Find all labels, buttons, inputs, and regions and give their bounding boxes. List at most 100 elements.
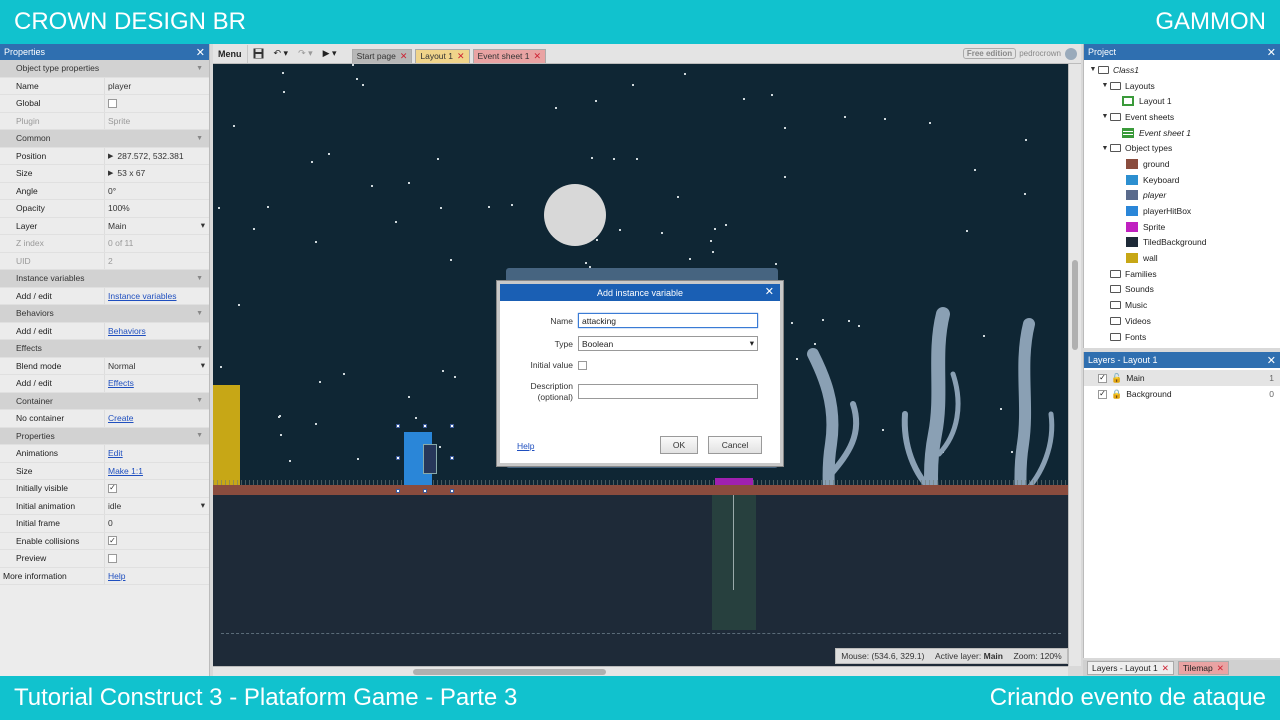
wall-sprite[interactable] <box>213 385 240 495</box>
lock-icon[interactable]: 🔓 <box>1111 373 1122 384</box>
effects-link[interactable]: Effects <box>108 378 134 388</box>
tiled-background[interactable] <box>213 495 1068 666</box>
section-object-type[interactable]: Object type properties ▼ <box>0 60 209 78</box>
prop-initial-frame[interactable]: Initial frame 0 <box>0 515 209 533</box>
close-icon[interactable]: ✕ <box>534 51 542 62</box>
resize-handle[interactable] <box>396 489 400 493</box>
layer-main[interactable]: ✓ 🔓 Main 1 <box>1084 370 1280 386</box>
undo-icon[interactable]: ↶ ▾ <box>269 45 294 63</box>
prop-value[interactable]: 0 <box>104 515 209 532</box>
username[interactable]: pedrocrown <box>1019 49 1061 58</box>
dropdown-arrow-icon[interactable]: ▾ <box>201 360 205 371</box>
section-instance-variables[interactable]: Instance variables ▼ <box>0 270 209 288</box>
instance-variables-link[interactable]: Instance variables <box>108 291 177 301</box>
section-behaviors[interactable]: Behaviors ▼ <box>0 305 209 323</box>
sprite-object[interactable] <box>715 478 753 485</box>
tree-root[interactable]: ▼ Class1 <box>1084 62 1280 78</box>
tree-layouts[interactable]: ▼ Layouts <box>1084 78 1280 94</box>
tree-object-types[interactable]: ▼ Object types <box>1084 140 1280 156</box>
play-icon[interactable]: ▶ ▾ <box>318 45 342 63</box>
prop-initial-animation[interactable]: Initial animation idle ▾ <box>0 497 209 515</box>
prop-preview[interactable]: Preview <box>0 550 209 568</box>
close-icon[interactable]: ✕ <box>765 285 774 298</box>
prop-value[interactable]: 53 x 67 <box>117 168 145 178</box>
tree-object-wall[interactable]: wall <box>1084 250 1280 266</box>
tree-object-sprite[interactable]: Sprite <box>1084 219 1280 235</box>
tree-videos[interactable]: Videos <box>1084 313 1280 329</box>
visible-checkbox[interactable]: ✓ <box>108 483 117 493</box>
make-1-1-link[interactable]: Make 1:1 <box>108 466 143 476</box>
expand-arrow-icon[interactable]: ▶ <box>108 169 113 177</box>
blend-select[interactable]: Normal <box>108 361 135 371</box>
scroll-thumb[interactable] <box>1072 260 1078 350</box>
section-properties[interactable]: Properties ▼ <box>0 427 209 445</box>
lock-icon[interactable]: 🔒 <box>1111 389 1122 400</box>
tree-fonts[interactable]: Fonts <box>1084 329 1280 345</box>
player-sprite[interactable] <box>423 444 437 474</box>
resize-handle[interactable] <box>396 456 400 460</box>
dropdown-arrow-icon[interactable]: ▾ <box>201 220 205 231</box>
type-select[interactable]: Boolean ▾ <box>578 336 758 351</box>
resize-handle[interactable] <box>450 456 454 460</box>
collapse-icon[interactable]: ▼ <box>1100 145 1110 152</box>
section-effects[interactable]: Effects ▼ <box>0 340 209 358</box>
tree-object-playerhitbox[interactable]: playerHitBox <box>1084 203 1280 219</box>
edit-animations-link[interactable]: Edit <box>108 448 123 458</box>
name-input[interactable]: attacking <box>578 313 758 328</box>
prop-enable-collisions[interactable]: Enable collisions ✓ <box>0 532 209 550</box>
vertical-scrollbar[interactable] <box>1068 64 1081 666</box>
prop-global[interactable]: Global <box>0 95 209 113</box>
layer-background[interactable]: ✓ 🔒 Background 0 <box>1084 386 1280 402</box>
dropdown-arrow-icon[interactable]: ▾ <box>201 500 205 511</box>
section-common[interactable]: Common ▼ <box>0 130 209 148</box>
tree-object-keyboard[interactable]: Keyboard <box>1084 172 1280 188</box>
collisions-checkbox[interactable]: ✓ <box>108 536 117 546</box>
resize-handle[interactable] <box>423 489 427 493</box>
user-avatar-icon[interactable] <box>1065 47 1077 60</box>
tree-event-sheet-1[interactable]: Event sheet 1 <box>1084 125 1280 141</box>
description-input[interactable] <box>578 384 758 400</box>
prop-blend-mode[interactable]: Blend mode Normal ▾ <box>0 357 209 375</box>
ok-button[interactable]: OK <box>660 436 698 454</box>
resize-handle[interactable] <box>423 424 427 428</box>
prop-value[interactable]: player <box>104 77 209 94</box>
prop-size[interactable]: Size ▶ 53 x 67 <box>0 165 209 183</box>
tree-families[interactable]: Families <box>1084 266 1280 282</box>
collapse-icon[interactable]: ▼ <box>1100 113 1110 120</box>
tree-object-player[interactable]: player <box>1084 188 1280 204</box>
collapse-icon[interactable]: ▼ <box>1100 82 1110 89</box>
save-icon[interactable] <box>248 45 269 63</box>
tab-start-page[interactable]: Start page ✕ <box>351 48 413 63</box>
ground-sprite[interactable] <box>213 485 1068 495</box>
prop-name[interactable]: Name player <box>0 77 209 95</box>
prop-position[interactable]: Position ▶ 287.572, 532.381 <box>0 147 209 165</box>
prop-initially-visible[interactable]: Initially visible ✓ <box>0 480 209 498</box>
prop-value[interactable]: 287.572, 532.381 <box>117 151 183 161</box>
resize-handle[interactable] <box>396 424 400 428</box>
tree-object-ground[interactable]: ground <box>1084 156 1280 172</box>
close-icon[interactable]: ✕ <box>400 51 408 62</box>
visible-checkbox[interactable]: ✓ <box>1098 389 1107 399</box>
close-icon[interactable]: ✕ <box>196 46 205 59</box>
layer-select[interactable]: Main <box>108 221 126 231</box>
tree-layout-1[interactable]: Layout 1 <box>1084 93 1280 109</box>
tab-tilemap[interactable]: Tilemap ✕ <box>1177 661 1229 675</box>
close-icon[interactable]: ✕ <box>1267 46 1276 59</box>
dialog-help-link[interactable]: Help <box>517 441 534 451</box>
close-icon[interactable]: ✕ <box>457 51 465 62</box>
prop-value[interactable]: 0° <box>104 182 209 199</box>
tree-object-tiledbackground[interactable]: TiledBackground <box>1084 235 1280 251</box>
horizontal-scrollbar[interactable] <box>213 666 1068 676</box>
initial-animation-select[interactable]: idle <box>108 501 121 511</box>
visible-checkbox[interactable]: ✓ <box>1098 373 1107 383</box>
global-checkbox[interactable] <box>108 98 117 108</box>
redo-icon[interactable]: ↷ ▾ <box>293 45 318 63</box>
initial-value-checkbox[interactable] <box>578 360 587 370</box>
close-icon[interactable]: ✕ <box>1267 354 1276 367</box>
expand-arrow-icon[interactable]: ▶ <box>108 152 113 160</box>
close-icon[interactable]: ✕ <box>1217 663 1224 674</box>
collapse-icon[interactable]: ▼ <box>1088 66 1098 73</box>
prop-value[interactable]: 100% <box>104 200 209 217</box>
create-link[interactable]: Create <box>108 413 134 423</box>
section-container[interactable]: Container ▼ <box>0 392 209 410</box>
